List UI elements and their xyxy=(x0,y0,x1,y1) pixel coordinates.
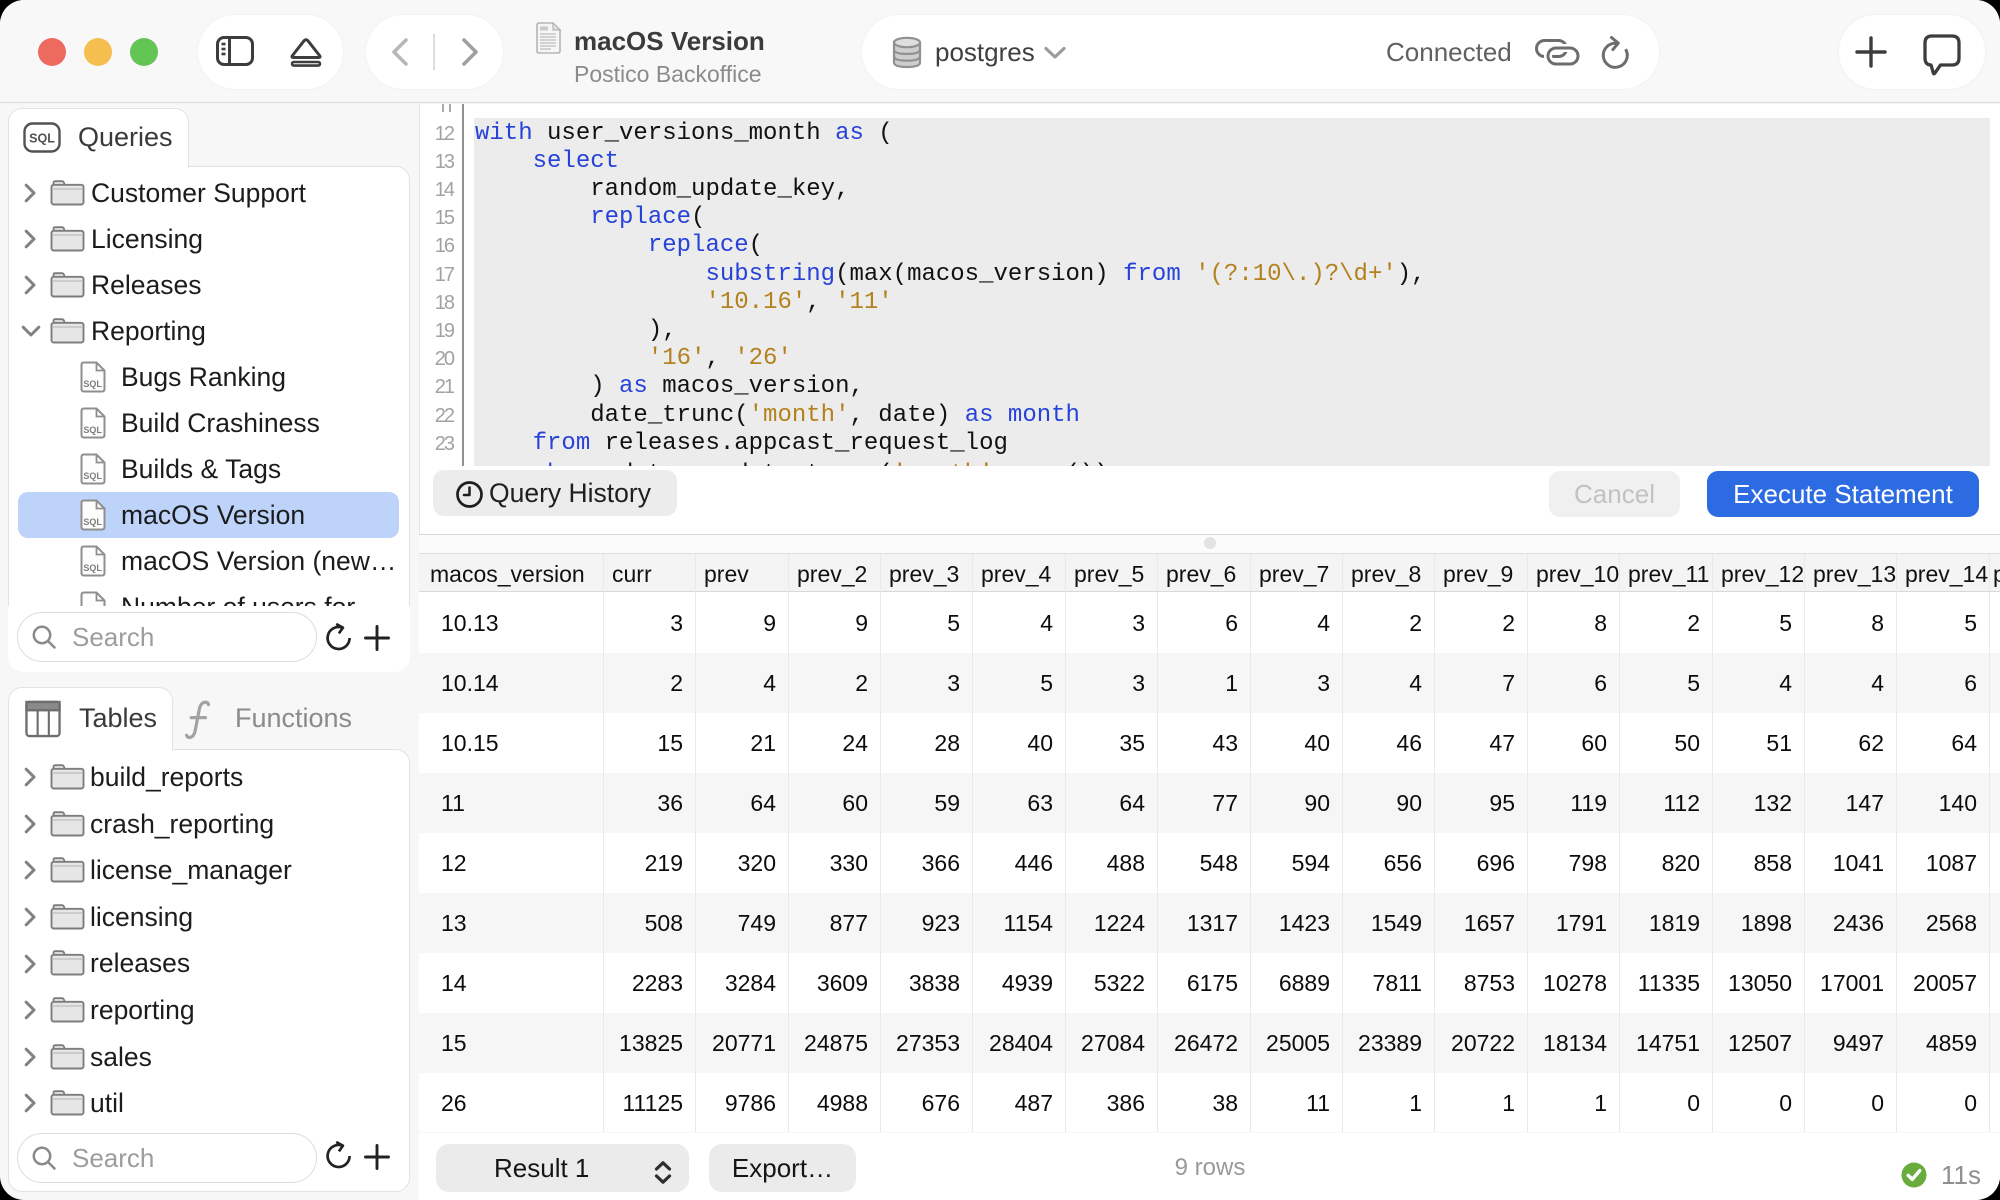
svg-text:SQL: SQL xyxy=(83,563,102,573)
svg-text:SQL: SQL xyxy=(83,471,102,481)
svg-text:SQL: SQL xyxy=(83,425,102,435)
svg-text:SQL: SQL xyxy=(83,379,102,389)
svg-text:SQL: SQL xyxy=(29,132,55,146)
svg-text:SQL: SQL xyxy=(83,517,102,527)
